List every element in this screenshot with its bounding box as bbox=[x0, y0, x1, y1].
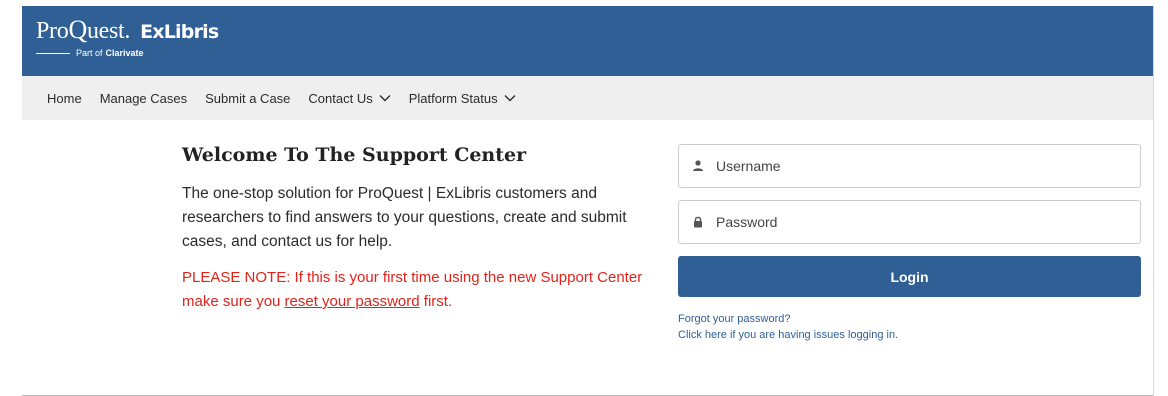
tagline-prefix: Part of bbox=[76, 48, 103, 58]
login-help-links: Forgot your password? Click here if you … bbox=[678, 311, 1141, 343]
intro-text: The one-stop solution for ProQuest | ExL… bbox=[182, 185, 627, 250]
user-icon bbox=[691, 159, 705, 173]
reset-password-link[interactable]: reset your password bbox=[285, 293, 420, 310]
nav-home-label: Home bbox=[47, 90, 82, 106]
welcome-section: Welcome To The Support Center The one-st… bbox=[182, 144, 672, 314]
nav-home[interactable]: Home bbox=[47, 91, 82, 106]
logo-tagline: Part of Clarivate bbox=[36, 48, 218, 58]
nav-manage-cases-label: Manage Cases bbox=[99, 90, 188, 106]
header-bar: ProQuest. ExLibris Part of Clarivate bbox=[22, 6, 1153, 76]
nav-platform-status[interactable]: Platform Status bbox=[409, 91, 516, 106]
brand-proquest: ProQuest. bbox=[36, 15, 131, 44]
tagline-brand: Clarivate bbox=[105, 48, 144, 58]
login-issues-link[interactable]: Click here if you are having issues logg… bbox=[678, 327, 1141, 343]
nav-submit-case-label: Submit a Case bbox=[205, 90, 291, 106]
nav-contact-us[interactable]: Contact Us bbox=[308, 90, 391, 106]
nav-contact-us-label: Contact Us bbox=[308, 90, 373, 106]
login-form: Login Forgot your password? Click here i… bbox=[678, 144, 1141, 343]
nav-manage-cases[interactable]: Manage Cases bbox=[100, 91, 187, 106]
brand-exlibris: ExLibris bbox=[140, 21, 219, 43]
chevron-down-icon bbox=[504, 95, 516, 102]
main-nav: Home Manage Cases Submit a Case Contact … bbox=[22, 76, 1153, 120]
nav-platform-status-label: Platform Status bbox=[408, 90, 498, 106]
tagline-divider bbox=[36, 52, 70, 54]
password-field[interactable] bbox=[678, 200, 1141, 244]
password-notice: PLEASE NOTE: If this is your first time … bbox=[182, 266, 672, 314]
lock-icon bbox=[691, 215, 705, 229]
main-content: Welcome To The Support Center The one-st… bbox=[22, 120, 1153, 396]
login-button[interactable]: Login bbox=[678, 256, 1141, 297]
support-page: ProQuest. ExLibris Part of Clarivate Hom… bbox=[22, 6, 1154, 396]
password-input[interactable] bbox=[714, 213, 1118, 231]
page-title: Welcome To The Support Center bbox=[182, 144, 527, 166]
nav-submit-case[interactable]: Submit a Case bbox=[205, 91, 290, 106]
username-input[interactable] bbox=[714, 157, 1118, 175]
forgot-password-link[interactable]: Forgot your password? bbox=[678, 311, 1141, 327]
notice-text-after: first. bbox=[419, 293, 453, 310]
chevron-down-icon bbox=[379, 95, 391, 102]
proquest-exlibris-logo[interactable]: ProQuest. ExLibris Part of Clarivate bbox=[36, 15, 219, 58]
username-field[interactable] bbox=[678, 144, 1141, 188]
